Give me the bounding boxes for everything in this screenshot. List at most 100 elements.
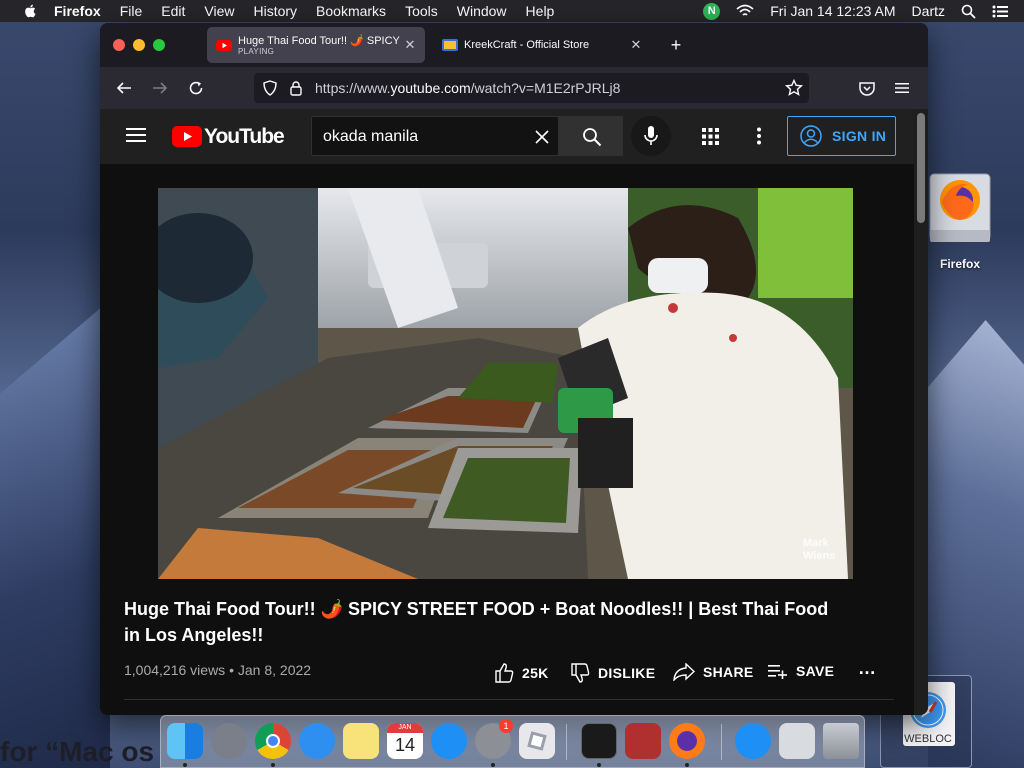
- search-button[interactable]: [559, 116, 623, 156]
- terminal-icon[interactable]: [581, 723, 617, 759]
- spotlight-search-icon[interactable]: [961, 4, 976, 19]
- view-count: 1,004,216 views: [124, 662, 226, 678]
- page-scrollbar[interactable]: [914, 109, 928, 715]
- tab-bar: Huge Thai Food Tour!! 🌶️ SPICY PLAYING ✕…: [100, 23, 928, 67]
- sign-in-label: SIGN IN: [832, 128, 887, 144]
- search-icon: [583, 128, 602, 147]
- desktop-firefox-icon[interactable]: Firefox: [928, 172, 992, 271]
- tracking-shield-icon[interactable]: [262, 80, 278, 96]
- save-button[interactable]: SAVE: [768, 663, 834, 679]
- calendar-icon[interactable]: JAN 14: [387, 723, 423, 759]
- menu-view[interactable]: View: [204, 3, 234, 19]
- thumbs-up-icon: [495, 663, 514, 683]
- system-preferences-icon[interactable]: 1: [475, 719, 513, 759]
- microphone-icon: [644, 126, 658, 145]
- window-close-button[interactable]: [113, 39, 125, 51]
- voice-search-button[interactable]: [631, 116, 671, 156]
- dock: JAN 14 1: [160, 715, 865, 768]
- guide-menu-icon[interactable]: [126, 127, 146, 143]
- tab-youtube[interactable]: Huge Thai Food Tour!! 🌶️ SPICY PLAYING ✕: [207, 27, 425, 63]
- app-store-icon[interactable]: [431, 723, 467, 759]
- lock-icon[interactable]: [289, 80, 303, 96]
- webloc-label: WEBLOC: [904, 733, 952, 745]
- menu-tools[interactable]: Tools: [405, 3, 438, 19]
- downloads-folder-icon[interactable]: [779, 723, 815, 759]
- control-center-icon[interactable]: [992, 5, 1008, 18]
- firefox-window: Huge Thai Food Tour!! 🌶️ SPICY PLAYING ✕…: [100, 23, 928, 715]
- tab-kreekcraft[interactable]: KreekCraft - Official Store ✕: [433, 27, 651, 63]
- video-player[interactable]: Mark Wiens: [158, 188, 853, 579]
- menu-history[interactable]: History: [253, 3, 297, 19]
- more-actions-button[interactable]: …: [858, 658, 876, 679]
- like-count: 25K: [522, 665, 549, 681]
- hamburger-menu-icon: [895, 83, 909, 93]
- roblox-icon[interactable]: [519, 723, 555, 759]
- menu-bookmarks[interactable]: Bookmarks: [316, 3, 386, 19]
- wifi-icon[interactable]: [736, 4, 754, 18]
- finder-icon[interactable]: [167, 723, 203, 759]
- menu-bar: Firefox File Edit View History Bookmarks…: [0, 0, 1024, 22]
- youtube-logo-icon[interactable]: [172, 126, 202, 147]
- video-watermark: Wiens: [803, 550, 835, 562]
- app-menu-button[interactable]: [890, 77, 914, 99]
- apps-grid-icon[interactable]: [702, 128, 719, 145]
- menu-window[interactable]: Window: [457, 3, 507, 19]
- youtube-logo-text[interactable]: YouTube: [204, 125, 285, 149]
- url-text[interactable]: https://www.youtube.com/watch?v=M1E2rPJR…: [315, 80, 620, 96]
- back-button[interactable]: [112, 77, 136, 99]
- publish-date: Jan 8, 2022: [237, 662, 312, 678]
- tab-playing-status[interactable]: PLAYING: [238, 47, 402, 56]
- youtube-header: YouTube okada manila SIGN IN: [100, 109, 914, 164]
- menubar-user[interactable]: Dartz: [912, 3, 945, 19]
- video-meta: 1,004,216 views • Jan 8, 2022: [124, 662, 311, 678]
- sign-in-button[interactable]: SIGN IN: [787, 116, 896, 156]
- clear-search-icon[interactable]: [535, 130, 549, 144]
- menu-app-name[interactable]: Firefox: [54, 3, 101, 19]
- app-store-downloads-icon[interactable]: [735, 723, 771, 759]
- url-prefix: https://www.: [315, 80, 391, 96]
- pocket-icon: [859, 81, 875, 96]
- window-zoom-button[interactable]: [153, 39, 165, 51]
- menu-edit[interactable]: Edit: [161, 3, 185, 19]
- chrome-center: [266, 734, 280, 748]
- safari-icon[interactable]: [299, 723, 335, 759]
- menu-file[interactable]: File: [120, 3, 143, 19]
- chrome-icon[interactable]: [255, 723, 291, 759]
- notes-icon[interactable]: [343, 723, 379, 759]
- url-host: youtube.com: [390, 80, 471, 96]
- firefox-drive-icon: [929, 173, 991, 242]
- status-n-icon[interactable]: N: [703, 2, 721, 20]
- tab-close-button[interactable]: ✕: [402, 37, 418, 53]
- settings-more-icon[interactable]: [756, 127, 762, 145]
- dock-separator: [721, 724, 722, 760]
- dislike-button[interactable]: DISLIKE: [570, 663, 655, 683]
- search-input[interactable]: okada manila: [311, 116, 559, 156]
- url-bar[interactable]: https://www.youtube.com/watch?v=M1E2rPJR…: [254, 73, 809, 103]
- divider: [124, 699, 894, 700]
- tab-title: KreekCraft - Official Store: [464, 39, 590, 51]
- window-minimize-button[interactable]: [133, 39, 145, 51]
- forward-button[interactable]: [148, 77, 172, 99]
- photo-booth-icon[interactable]: [625, 723, 661, 759]
- share-button[interactable]: SHARE: [673, 663, 754, 681]
- video-frame: Mark Wiens: [158, 188, 853, 579]
- tab-close-button[interactable]: ✕: [628, 37, 644, 53]
- account-icon: [800, 125, 822, 147]
- save-label: SAVE: [796, 663, 835, 679]
- like-button[interactable]: 25K: [494, 663, 549, 683]
- search-query: okada manila: [323, 128, 419, 145]
- pocket-button[interactable]: [855, 77, 879, 99]
- dock-running-indicator: [183, 763, 187, 767]
- launchpad-icon[interactable]: [211, 723, 247, 759]
- bookmark-star-icon[interactable]: [785, 79, 803, 97]
- menubar-clock[interactable]: Fri Jan 14 12:23 AM: [770, 3, 895, 19]
- reload-button[interactable]: [184, 77, 208, 99]
- scrollbar-thumb[interactable]: [917, 113, 925, 223]
- tab-title: Huge Thai Food Tour!! 🌶️ SPICY: [238, 35, 400, 47]
- menu-help[interactable]: Help: [526, 3, 555, 19]
- trash-icon[interactable]: [823, 723, 859, 759]
- dislike-label: DISLIKE: [598, 665, 656, 681]
- new-tab-button[interactable]: +: [666, 35, 686, 55]
- firefox-icon[interactable]: [669, 723, 705, 759]
- apple-icon[interactable]: [20, 4, 40, 18]
